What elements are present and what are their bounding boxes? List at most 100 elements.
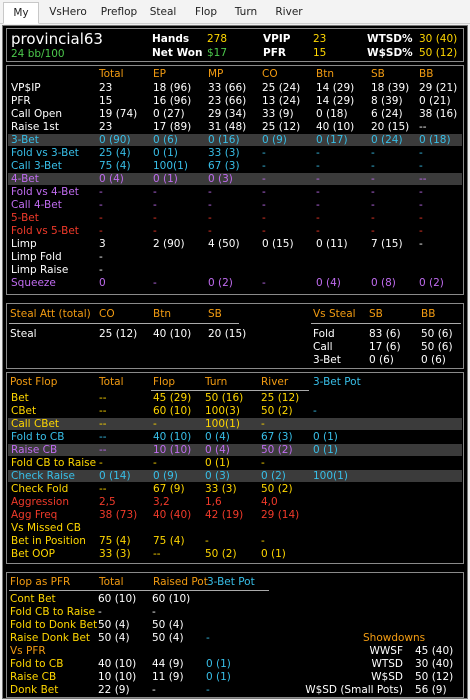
preflop-label-5-bet: 5-Bet <box>11 212 39 224</box>
preflop-cell: - <box>99 225 103 237</box>
postflop-row-aggression: Aggression 2,5 3,2 1,6 4,0 <box>8 496 462 508</box>
showdown-value: 30 (40) <box>415 658 454 670</box>
preflop-cell: 0 (8) <box>371 277 396 289</box>
postflop-cell: 50 (16) <box>205 392 244 404</box>
pfr-cell: 40 (10) <box>98 658 137 670</box>
postflop-cell: - <box>153 457 157 469</box>
preflop-cell: - <box>99 251 103 263</box>
preflop-cell: - <box>371 186 375 198</box>
pfr-cell: 50 (4) <box>98 632 130 644</box>
steal-label: Steal <box>10 328 37 340</box>
pfr-cell: 44 (9) <box>152 658 184 670</box>
preflop-header-total: Total <box>99 68 124 80</box>
preflop-cell: 0 (90) <box>99 134 131 146</box>
preflop-cell: 23 (66) <box>208 95 247 107</box>
postflop-label-raise-cb: Raise CB <box>11 444 58 456</box>
preflop-cell: - <box>371 160 375 172</box>
postflop-label-bet-in-position: Bet in Position <box>11 535 86 547</box>
hands-value: 278 <box>207 33 228 45</box>
preflop-stats: Total EP MP CO Btn SB BB VP$IP 23 18 (96) 33 (66) 2… <box>6 65 464 295</box>
steal-header-sb: SB <box>208 308 222 320</box>
postflop-cell: 0 (1) <box>205 457 230 469</box>
postflop-cell: 42 (19) <box>205 509 244 521</box>
steal-stats: Steal Att (total) CO Btn SB Steal 25 (12) 40 (… <box>6 303 464 369</box>
postflop-cell: 25 (12) <box>261 392 300 404</box>
pfr-header-raised-pot: Raised Pot <box>153 576 208 588</box>
postflop-cell: 0 (4) <box>205 444 230 456</box>
wsd-value: 50 (12) <box>419 47 458 59</box>
tab-bar: My VsHero Preflop Steal Flop Turn River <box>0 0 470 24</box>
tab-river[interactable]: River <box>272 2 306 24</box>
pfr-cell: 60 (10) <box>152 593 191 605</box>
preflop-cell: 17 (89) <box>153 121 192 133</box>
preflop-cell: 0 (16) <box>208 134 240 146</box>
postflop-cell: 100(1) <box>205 418 240 430</box>
flop-as-pfr-title: Flop as PFR <box>10 576 71 588</box>
postflop-cell: -- <box>99 431 107 443</box>
postflop-cell: 0 (2) <box>261 470 286 482</box>
showdowns-title: Showdowns <box>363 632 426 644</box>
vs-steal-title: Vs Steal <box>313 308 356 320</box>
tab-turn[interactable]: Turn <box>230 2 262 24</box>
tab-preflop[interactable]: Preflop <box>95 2 143 24</box>
pfr-cell: - <box>206 632 210 644</box>
tab-vshero[interactable]: VsHero <box>45 2 91 24</box>
preflop-label-vp-ip: VP$IP <box>11 82 41 94</box>
postflop-cell: 0 (1) <box>313 444 338 456</box>
preflop-cell: 0 (11) <box>316 238 348 250</box>
wtsd-label: WTSD% <box>367 33 413 45</box>
pfr-cell: 50 (4) <box>98 619 130 631</box>
steal-cell: 25 (12) <box>99 328 138 340</box>
steal-header-btn: Btn <box>153 308 171 320</box>
preflop-cell: 0 (18) <box>316 108 348 120</box>
showdown-label-wwsf: WWSF <box>369 645 403 657</box>
preflop-cell: 0 <box>99 277 106 289</box>
tab-steal[interactable]: Steal <box>146 2 180 24</box>
preflop-cell: 18 (39) <box>371 82 410 94</box>
postflop-cell: 33 (3) <box>205 483 237 495</box>
postflop-cell: - <box>99 457 103 469</box>
steal-cell: 20 (15) <box>208 328 247 340</box>
preflop-cell: - <box>371 225 375 237</box>
preflop-cell: - <box>99 186 103 198</box>
pfr-label-raise-donk-bet: Raise Donk Bet <box>10 632 91 644</box>
player-name: provincial63 <box>11 30 103 48</box>
postflop-cell: - <box>205 535 209 547</box>
preflop-cell: 29 (21) <box>419 82 458 94</box>
preflop-cell: - <box>316 186 320 198</box>
preflop-cell: 0 (2) <box>419 277 444 289</box>
vs-steal-label-3-bet: 3-Bet <box>313 354 341 366</box>
preflop-cell: 4 (50) <box>208 238 240 250</box>
preflop-cell: 0 (27) <box>153 108 185 120</box>
pfr-value: 15 <box>313 47 327 59</box>
tab-my[interactable]: My <box>3 2 39 24</box>
postflop-cell: 3,2 <box>153 496 170 508</box>
preflop-cell: - <box>208 225 212 237</box>
postflop-cell: - <box>261 457 265 469</box>
preflop-row-fold-vs-5-bet: Fold vs 5-Bet - - - - - - - <box>8 225 462 237</box>
pfr-cell: 50 (4) <box>152 632 184 644</box>
preflop-cell: - <box>419 238 423 250</box>
vs-steal-label-call: Call <box>313 341 333 353</box>
preflop-cell: - <box>262 225 266 237</box>
preflop-cell: - <box>262 147 266 159</box>
postflop-cell: -- <box>99 444 107 456</box>
vs-steal-cell: 0 (6) <box>421 354 446 366</box>
pfr-header-total: Total <box>99 576 124 588</box>
preflop-cell: 75 (4) <box>99 160 131 172</box>
preflop-cell: - <box>316 199 320 211</box>
preflop-cell: - <box>316 212 320 224</box>
preflop-cell: - <box>99 212 103 224</box>
preflop-cell: 0 (1) <box>153 147 178 159</box>
tab-flop[interactable]: Flop <box>192 2 220 24</box>
wtsd-value: 30 (40) <box>419 33 458 45</box>
preflop-cell: 14 (29) <box>316 82 355 94</box>
preflop-cell: - <box>153 199 157 211</box>
preflop-cell: 0 (2) <box>208 277 233 289</box>
preflop-header-ep: EP <box>153 68 166 80</box>
preflop-label-squeeze: Squeeze <box>11 277 56 289</box>
vs-steal-header-underline <box>311 323 461 324</box>
postflop-label-vs-missed-cb: Vs Missed CB <box>11 522 81 534</box>
pfr-label-vs-pfr: Vs PFR <box>10 645 46 657</box>
preflop-cell: 31 (48) <box>208 121 247 133</box>
